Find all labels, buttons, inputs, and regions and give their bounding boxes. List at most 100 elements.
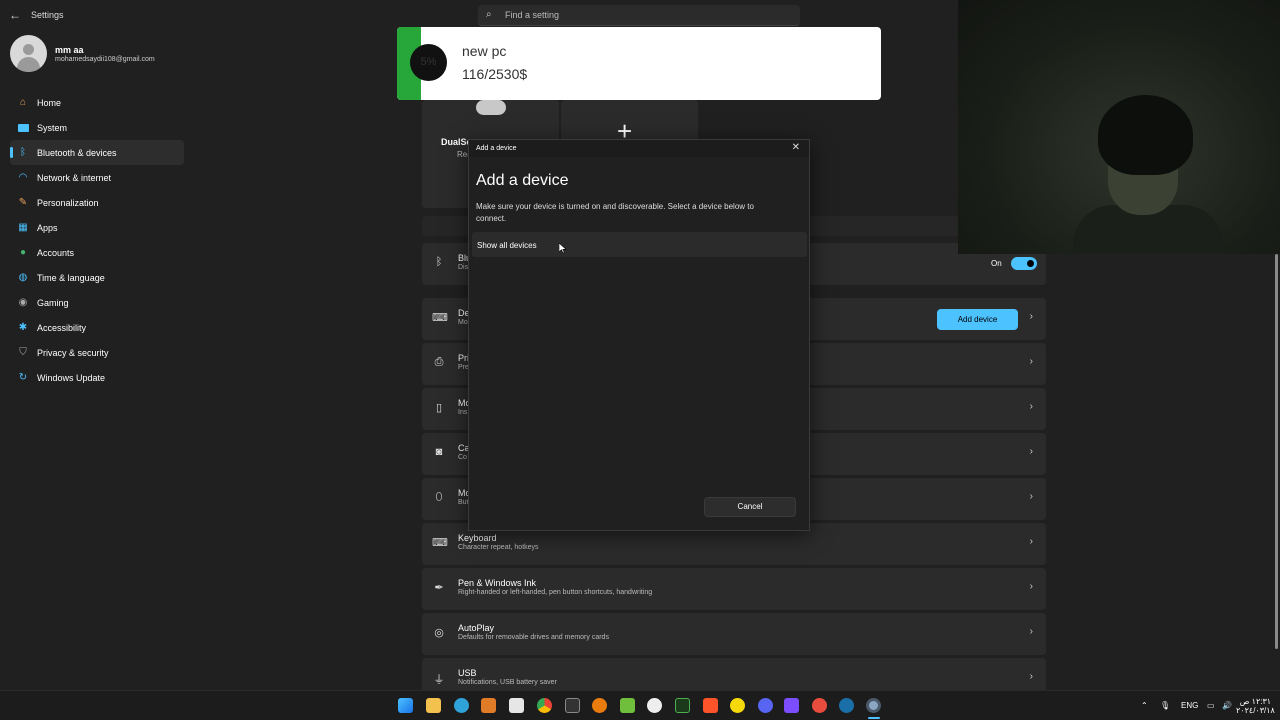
usb-icon: ⏚ (433, 674, 445, 686)
avatar-head (23, 44, 34, 55)
store-icon[interactable] (509, 698, 524, 713)
avatar[interactable] (10, 35, 47, 72)
bluestacks-icon[interactable] (620, 698, 635, 713)
card-title: AutoPlay (458, 623, 495, 633)
card-subtitle: Defaults for removable drives and memory… (458, 634, 609, 641)
language-indicator[interactable]: ENG (1181, 701, 1198, 710)
back-arrow-icon[interactable]: ← (8, 8, 22, 22)
goal-percent-badge: 5% (410, 44, 447, 81)
chevron-right-icon: › (1029, 446, 1033, 457)
system-icon (17, 122, 29, 134)
sidebar-item-gaming[interactable]: ◉ Gaming (10, 290, 184, 315)
chevron-up-icon[interactable]: ⌃ (1141, 701, 1148, 710)
card-title: USB (458, 668, 477, 678)
controller-icon (476, 100, 506, 115)
sidebar-item-label: Accounts (37, 247, 75, 258)
sidebar-item-label: Accessibility (37, 322, 87, 333)
bluetooth-icon: ᛒ (20, 147, 26, 158)
controller-name: DualSe (441, 137, 472, 147)
globe-icon: ◍ (18, 272, 28, 283)
chrome-icon[interactable] (537, 698, 552, 713)
card-subtitle: Right-handed or left-handed, pen button … (458, 589, 653, 596)
sidebar-item-windows-update[interactable]: ↻ Windows Update (10, 365, 184, 390)
update-icon: ↻ (18, 372, 28, 383)
sidebar-item-accessibility[interactable]: ✱ Accessibility (10, 315, 184, 340)
wifi-icon: ◠ (18, 172, 28, 183)
autoplay-card[interactable]: ◎ AutoPlay Defaults for removable drives… (422, 613, 1046, 655)
app-icon[interactable] (481, 698, 496, 713)
card-subtitle: Mo (458, 319, 468, 326)
sidebar-item-system[interactable]: System (10, 115, 184, 140)
apps-icon: ▦ (18, 222, 28, 233)
chevron-right-icon: › (1029, 626, 1033, 637)
keyboard-icon: ⌨ (432, 537, 448, 549)
settings-window: ← Settings ⌕ Find a setting mm aa mohame… (0, 0, 1280, 720)
windows-start-icon[interactable] (398, 698, 413, 713)
sidebar-item-label: Windows Update (37, 372, 106, 383)
chevron-right-icon: › (1029, 491, 1033, 502)
blender-icon[interactable] (592, 698, 607, 713)
webcam-overlay (958, 0, 1280, 254)
yellow-app-icon[interactable] (730, 698, 745, 713)
user-email: mohamedsaydii108@gmail.com (55, 56, 155, 63)
sidebar-item-label: Time & language (37, 272, 105, 283)
dialog-window-title: Add a device (476, 145, 517, 152)
discord-like-icon[interactable] (647, 698, 662, 713)
printer-icon: ⎙ (434, 356, 444, 368)
pen-card[interactable]: ✒ Pen & Windows Ink Right-handed or left… (422, 568, 1046, 610)
user-name: mm aa (55, 45, 84, 55)
card-subtitle: But (458, 499, 469, 506)
toggle-knob (1027, 260, 1034, 267)
close-icon[interactable]: ✕ (792, 142, 800, 153)
sidebar-item-time-language[interactable]: ◍ Time & language (10, 265, 184, 290)
mouse-icon: ⬯ (435, 491, 443, 503)
steam-icon[interactable] (839, 698, 854, 713)
sidebar-item-privacy[interactable]: ⛉ Privacy & security (10, 340, 184, 365)
chevron-right-icon: › (1029, 401, 1033, 412)
bluetooth-state-label: On (991, 259, 1002, 268)
goal-progress-text: 116/2530$ (462, 66, 528, 82)
brave-icon[interactable] (703, 698, 718, 713)
volume-icon[interactable]: 🔊 (1222, 701, 1232, 710)
sidebar-item-bluetooth[interactable]: ᛒ Bluetooth & devices (10, 140, 184, 165)
active-app-indicator (868, 717, 880, 719)
edge-icon[interactable] (454, 698, 469, 713)
vpn-icon[interactable] (784, 698, 799, 713)
pen-icon: ✒ (434, 582, 444, 594)
sidebar-item-network[interactable]: ◠ Network & internet (10, 165, 184, 190)
phone-icon: ▯ (435, 402, 443, 414)
devices-icon: ⌨ (432, 312, 448, 324)
search-input[interactable]: ⌕ Find a setting (478, 5, 800, 26)
discord-icon[interactable] (758, 698, 773, 713)
microphone-icon[interactable]: 🎙 (1160, 701, 1170, 710)
network-icon[interactable]: ▭ (1207, 701, 1215, 710)
add-device-button[interactable]: Add device (937, 309, 1018, 330)
sidebar-item-label: System (37, 122, 68, 133)
settings-gear-icon[interactable] (866, 698, 881, 713)
scrollbar[interactable] (1275, 254, 1278, 649)
sidebar-item-home[interactable]: ⌂ Home (10, 90, 184, 115)
game-app-icon[interactable] (812, 698, 827, 713)
taskbar: ⌃ 🎙 ENG ▭ 🔊 ١٢:٣١ ص ٢٠٢٤/٠٣/١٨ (0, 690, 1280, 720)
terminal-icon[interactable] (675, 698, 690, 713)
mouse-cursor-icon (559, 243, 567, 254)
sidebar-item-apps[interactable]: ▦ Apps (10, 215, 184, 240)
card-subtitle: Notifications, USB battery saver (458, 679, 557, 686)
card-subtitle: Co (458, 454, 467, 461)
sidebar-item-accounts[interactable]: ● Accounts (10, 240, 184, 265)
sidebar-item-label: Bluetooth & devices (37, 147, 117, 158)
cancel-button[interactable]: Cancel (704, 497, 796, 517)
clock-date: ٢٠٢٤/٠٣/١٨ (1236, 706, 1275, 715)
chevron-right-icon: › (1029, 536, 1033, 547)
accessibility-icon: ✱ (18, 322, 28, 333)
show-all-devices-button[interactable]: Show all devices (472, 232, 807, 257)
taskbar-clock[interactable]: ١٢:٣١ ص ٢٠٢٤/٠٣/١٨ (1236, 697, 1275, 715)
shield-icon: ⛉ (19, 347, 27, 358)
app-title: Settings (31, 10, 64, 20)
sidebar-nav: ⌂ Home System ᛒ Bluetooth & devices ◠ Netwo… (10, 90, 184, 390)
bluetooth-toggle[interactable] (1011, 257, 1037, 270)
card-title: Pen & Windows Ink (458, 578, 537, 588)
file-explorer-icon[interactable] (426, 698, 441, 713)
sidebar-item-personalization[interactable]: ✎ Personalization (10, 190, 184, 215)
7zip-icon[interactable] (565, 698, 580, 713)
